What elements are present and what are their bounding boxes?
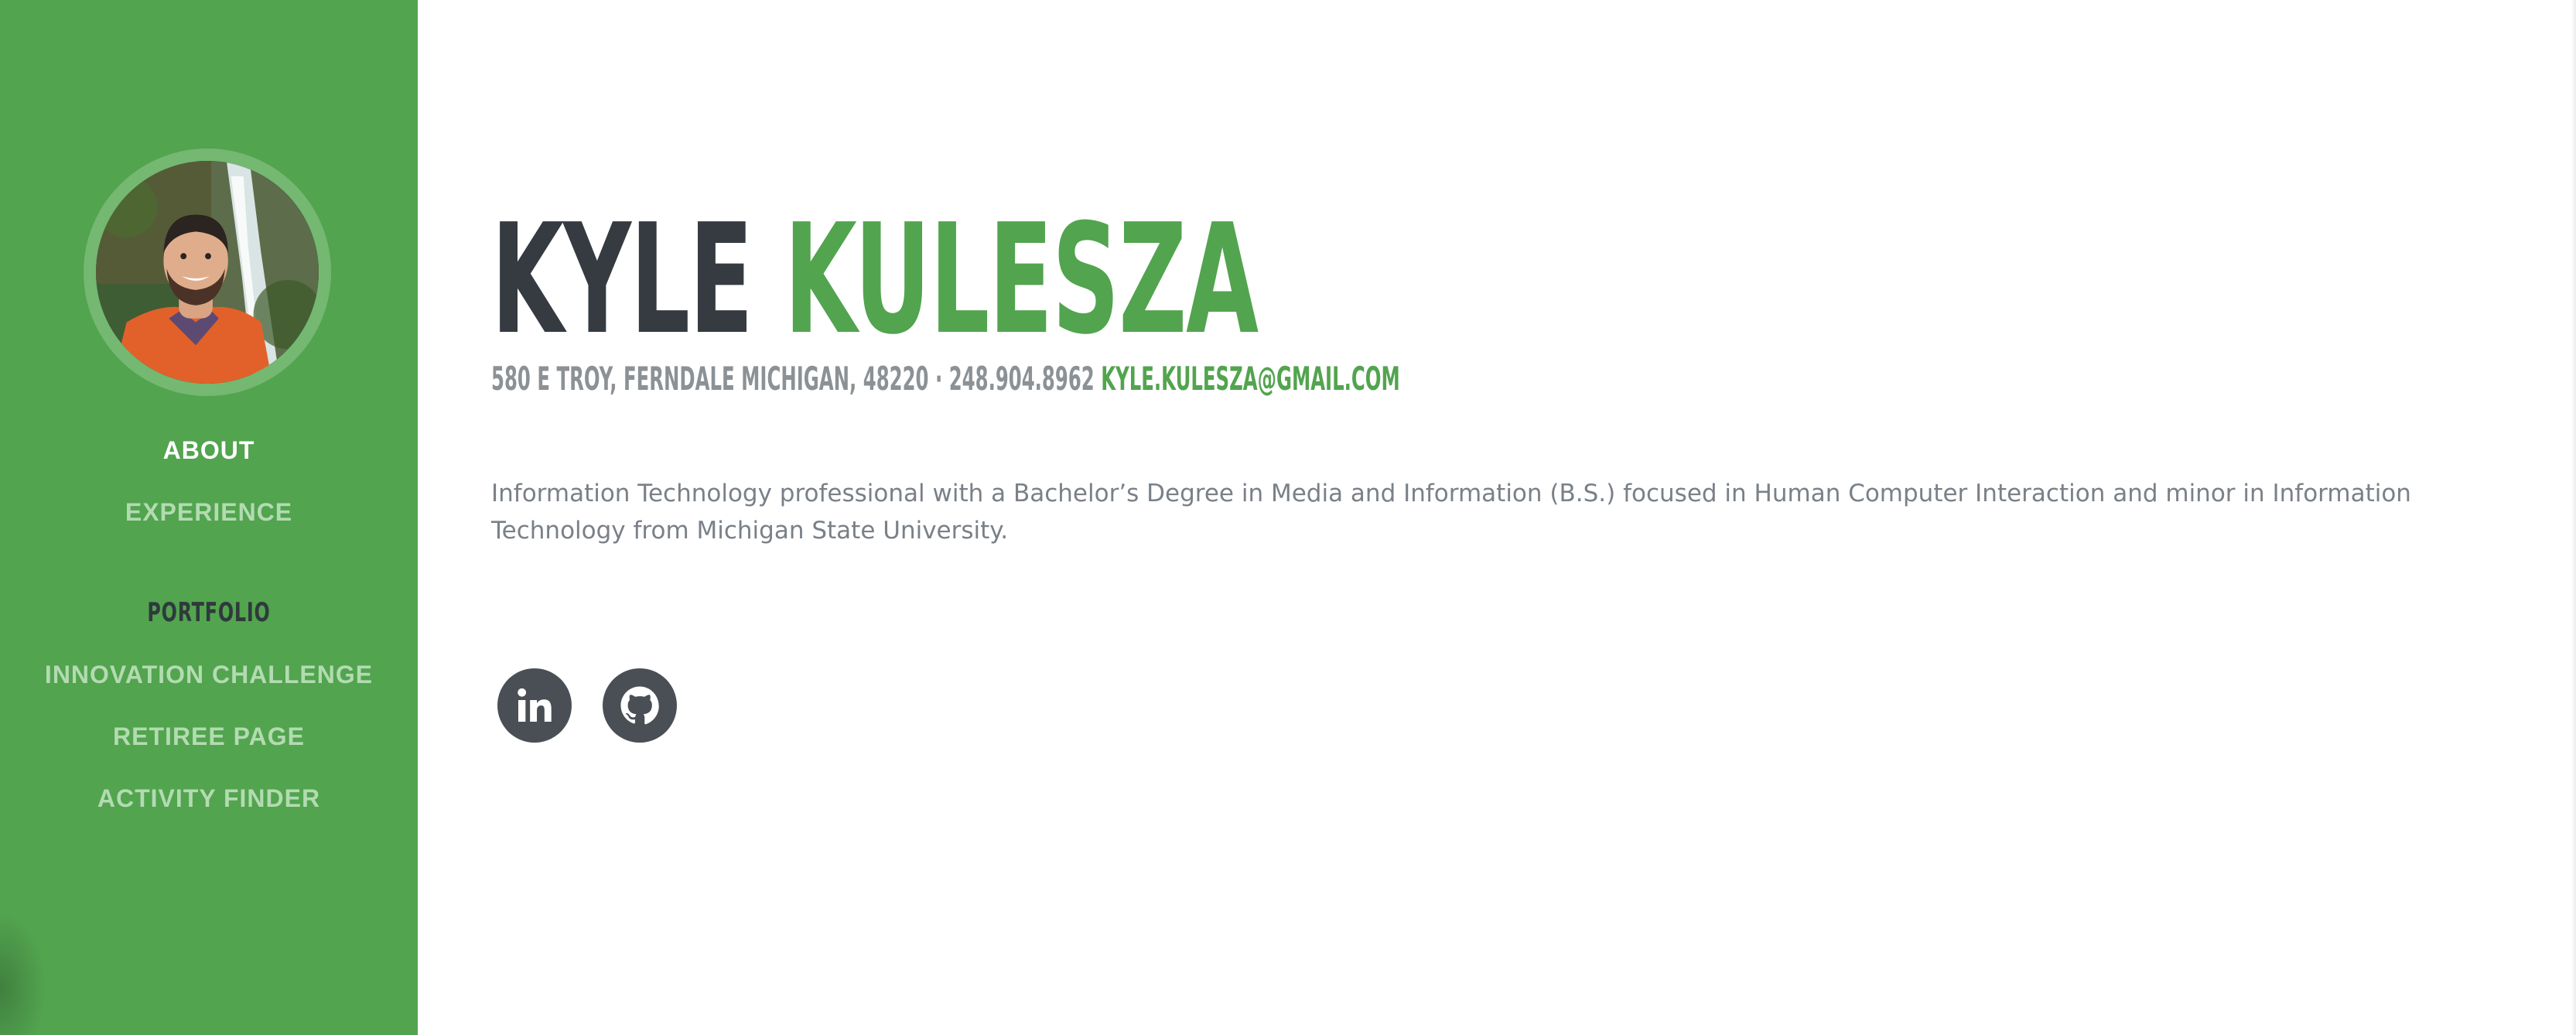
nav-retiree-page[interactable]: Retiree Page (0, 721, 418, 752)
email-link[interactable]: kyle.kulesza@gmail.com (1101, 360, 1400, 398)
contact-line: 580 E Troy, Ferndale Michigan, 48220 · 2… (491, 357, 1400, 401)
page-edge (2571, 0, 2576, 1035)
nav-about[interactable]: About (0, 435, 418, 466)
first-name: Kyle (491, 192, 753, 368)
corner-shadow (0, 911, 46, 1035)
linkedin-icon (518, 688, 552, 722)
bio-text: Information Technology professional with… (491, 480, 2411, 545)
avatar (84, 149, 331, 396)
linkedin-button[interactable] (497, 668, 572, 743)
social-links (497, 668, 677, 743)
avatar-photo (96, 161, 319, 384)
nav-portfolio-heading: Portfolio (147, 597, 271, 628)
github-button[interactable] (603, 668, 677, 743)
main-content: Kyle Kulesza 580 E Troy, Ferndale Michig… (418, 0, 2576, 1035)
last-name: Kulesza (784, 192, 1259, 368)
page: About Experience Portfolio Innovation Ch… (0, 0, 2576, 1035)
nav-experience[interactable]: Experience (0, 497, 418, 528)
github-icon (620, 686, 659, 725)
address-phone: 580 E Troy, Ferndale Michigan, 48220 · 2… (491, 360, 1095, 398)
nav-activity-finder[interactable]: Activity Finder (0, 783, 418, 814)
nav-innovation-challenge[interactable]: Innovation Challenge (0, 659, 418, 690)
sidebar: About Experience Portfolio Innovation Ch… (0, 0, 418, 1035)
page-title: Kyle Kulesza (491, 203, 1259, 357)
